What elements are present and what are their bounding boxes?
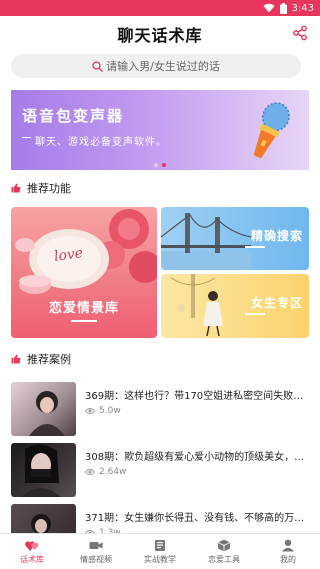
app-header: 聊天话术库 xyxy=(0,16,320,50)
share-icon[interactable] xyxy=(292,25,308,41)
eye-icon xyxy=(85,469,95,475)
thumbs-up-icon xyxy=(11,354,21,364)
status-icons: 3:43 xyxy=(263,1,314,15)
search-icon xyxy=(92,60,104,72)
case-item[interactable]: 308期：欺负超级有爱心爱小动物的顶级美女，太可... 2.64w xyxy=(11,443,309,499)
love-cake-image xyxy=(15,209,157,294)
tab-label: 我的 xyxy=(280,554,296,564)
case-title: 308期：欺负超级有爱心爱小动物的顶级美女，太可... xyxy=(85,452,309,463)
precise-search-underline xyxy=(245,246,265,248)
promo-banner[interactable]: 语音包变声器 聊天、游戏必备变声软件。 xyxy=(11,90,309,170)
user-icon xyxy=(282,539,294,551)
tab-love-tools[interactable]: 恋爱工具 xyxy=(192,534,256,569)
girl-zone-underline xyxy=(245,313,265,315)
box-icon xyxy=(217,539,231,551)
features-section-header: 推荐功能 xyxy=(11,181,71,195)
hearts-icon xyxy=(25,540,39,551)
tab-label: 情感视频 xyxy=(80,554,112,564)
case-view-count: 5.0w xyxy=(99,406,121,416)
love-scenario-card[interactable]: love 恋爱情景库 xyxy=(11,207,157,338)
love-label-underline xyxy=(71,320,97,322)
wifi-icon xyxy=(263,3,275,13)
tab-label: 话术库 xyxy=(20,554,44,564)
banner-dot-1[interactable] xyxy=(154,163,158,167)
status-bar: 3:43 xyxy=(0,0,320,16)
girl-zone-label: 女生专区 xyxy=(250,296,303,310)
banner-dot-2[interactable] xyxy=(162,163,166,167)
tab-script-library[interactable]: 话术库 xyxy=(0,534,64,569)
love-scenario-label: 恋爱情景库 xyxy=(48,301,119,316)
tab-profile[interactable]: 我的 xyxy=(256,534,320,569)
cases-section-title: 推荐案例 xyxy=(27,353,71,366)
battery-icon xyxy=(279,2,287,14)
case-view-count: 2.64w xyxy=(99,467,127,477)
tab-practical-teaching[interactable]: 实战教学 xyxy=(128,534,192,569)
portrait-image xyxy=(21,444,61,497)
case-thumbnail xyxy=(11,382,76,436)
thumbs-up-icon xyxy=(11,183,21,193)
tab-emotion-video[interactable]: 情感视频 xyxy=(64,534,128,569)
case-item[interactable]: 369期：这样也行？带170空姐进私密空间失败，看... 5.0w xyxy=(11,382,309,438)
tab-label: 恋爱工具 xyxy=(208,554,240,564)
page-title: 聊天话术库 xyxy=(117,26,203,45)
book-icon xyxy=(155,539,165,551)
microphone-icon xyxy=(253,102,290,159)
cases-section-header: 推荐案例 xyxy=(11,352,71,366)
precise-search-label: 精确搜索 xyxy=(250,229,303,243)
banner-pagination xyxy=(11,163,309,167)
case-thumbnail xyxy=(11,443,76,497)
banner-subtitle: 聊天、游戏必备变声软件。 xyxy=(35,137,167,148)
case-title: 369期：这样也行？带170空姐进私密空间失败，看... xyxy=(85,391,309,402)
tab-label: 实战教学 xyxy=(144,554,176,564)
search-placeholder: 请输入男/女生说过的话 xyxy=(106,60,220,73)
status-time: 3:43 xyxy=(291,2,314,14)
banner-divider xyxy=(22,137,31,138)
video-camera-icon xyxy=(89,541,103,549)
girl-zone-card[interactable]: 女生专区 xyxy=(161,274,309,338)
precise-search-card[interactable]: 精确搜索 xyxy=(161,207,309,270)
search-input[interactable]: 请输入男/女生说过的话 xyxy=(11,54,301,78)
features-section-title: 推荐功能 xyxy=(27,182,71,195)
case-title: 371期：女生嫌你长得丑、没有钱、不够高的万能解... xyxy=(85,513,309,524)
case-views: 2.64w xyxy=(85,467,126,477)
eye-icon xyxy=(85,408,95,414)
bottom-tab-bar: 话术库 情感视频 实战教学 恋爱工具 我的 xyxy=(0,533,320,569)
case-views: 5.0w xyxy=(85,406,121,416)
banner-title: 语音包变声器 xyxy=(22,107,125,125)
portrait-image xyxy=(29,391,65,436)
